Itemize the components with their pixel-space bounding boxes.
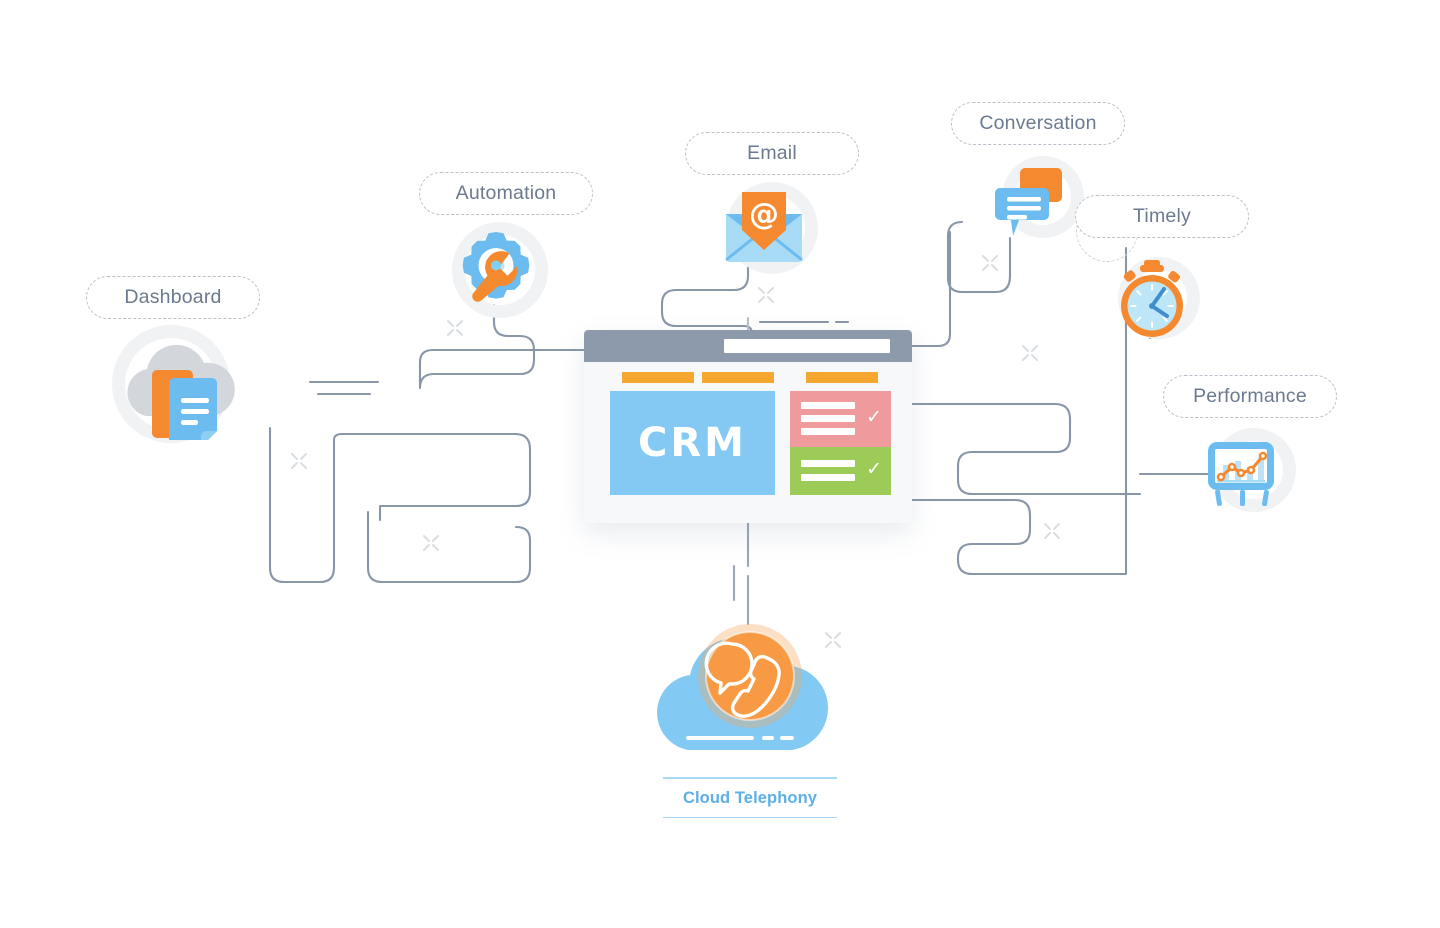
task-row: [801, 402, 855, 409]
nav-tab-3[interactable]: [806, 372, 878, 383]
nav-tab-2[interactable]: [702, 372, 774, 383]
chat-bubbles-icon: [994, 166, 1068, 240]
label-text-email: Email: [747, 142, 797, 164]
cloud-telephony-caption: Cloud Telephony: [663, 777, 837, 819]
cloud-phone-icon: [640, 618, 865, 758]
label-pill-timely: Timely: [1075, 195, 1249, 238]
envelope-at-icon: @: [722, 192, 806, 264]
svg-text:@: @: [749, 197, 779, 232]
crm-application-window[interactable]: CRM ✓ ✓: [584, 330, 912, 523]
cloud-telephony-label: Cloud Telephony: [682, 788, 818, 807]
task-row: [801, 474, 855, 481]
stopwatch-icon: [1112, 258, 1192, 340]
crm-logo-text: CRM: [638, 420, 747, 466]
task-row: [801, 415, 855, 422]
label-pill-email: Email: [685, 132, 859, 175]
crm-logo-panel: CRM: [610, 391, 775, 495]
label-pill-dashboard: Dashboard: [86, 276, 260, 319]
task-row: [801, 428, 855, 435]
label-pill-automation: Automation: [419, 172, 593, 215]
checkmark-icon: ✓: [866, 458, 882, 480]
green-task-card[interactable]: ✓: [790, 447, 891, 495]
address-bar-input[interactable]: [724, 339, 890, 353]
label-text-automation: Automation: [455, 182, 557, 204]
label-pill-performance: Performance: [1163, 375, 1337, 418]
nav-tab-1[interactable]: [622, 372, 694, 383]
window-title-bar: [584, 330, 912, 362]
caption-rule-bottom: [663, 816, 837, 819]
label-text-conversation: Conversation: [979, 112, 1097, 134]
checkmark-icon: ✓: [866, 406, 882, 428]
label-pill-conversation: Conversation: [951, 102, 1125, 145]
gear-wrench-icon: [455, 228, 537, 310]
illustration-canvas: Dashboard Automation Email Conversation …: [0, 0, 1440, 928]
chart-easel-icon: [1206, 440, 1280, 508]
pink-task-card[interactable]: ✓: [790, 391, 891, 447]
cloud-documents-icon: [116, 330, 246, 447]
label-text-dashboard: Dashboard: [124, 286, 222, 308]
label-text-timely: Timely: [1133, 205, 1191, 227]
label-text-performance: Performance: [1193, 385, 1307, 407]
task-row: [801, 460, 855, 467]
